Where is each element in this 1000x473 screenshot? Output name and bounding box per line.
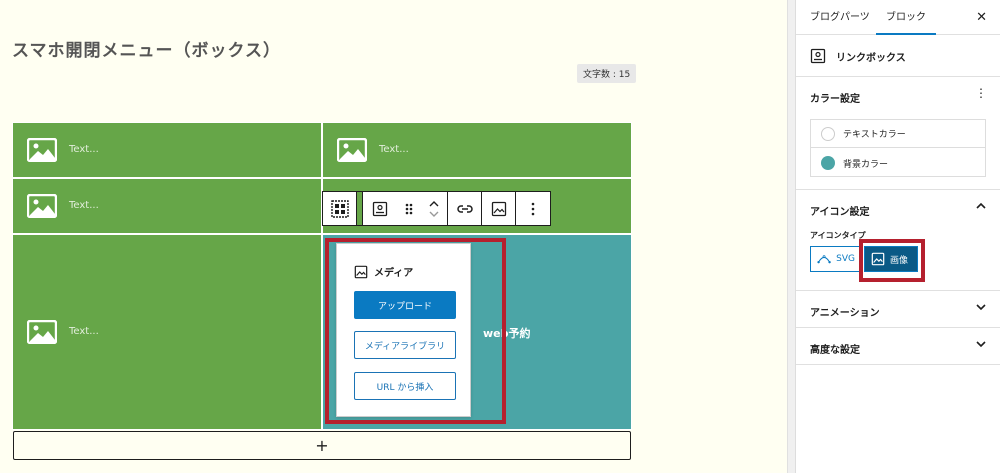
insert-from-url-button[interactable]: URL から挿入 <box>354 372 456 400</box>
image-placeholder-icon <box>337 138 367 162</box>
image-icon <box>871 252 885 266</box>
cell-text: Text... <box>379 144 409 155</box>
animation-panel: アニメーション <box>796 291 1000 328</box>
image-placeholder-icon <box>27 138 57 162</box>
icon-type-image-button[interactable]: 画像 <box>864 246 918 272</box>
editor-scrollbar[interactable] <box>787 0 795 473</box>
icon-type-toggle: SVG 画像 <box>810 246 918 272</box>
background-color-item[interactable]: 背景カラー <box>811 149 985 177</box>
more-options-icon <box>531 202 535 215</box>
color-label: テキストカラー <box>843 130 906 140</box>
media-icon <box>354 265 368 278</box>
cell-text-web-reservation: web予約 <box>483 327 531 340</box>
block-type-button[interactable] <box>363 192 397 225</box>
block-name: リンクボックス <box>836 53 906 64</box>
more-options-icon[interactable]: ⋮ <box>975 86 987 100</box>
more-options-button[interactable] <box>516 192 550 225</box>
replace-image-button[interactable] <box>482 192 516 225</box>
block-type-group <box>363 192 448 225</box>
text-color-item[interactable]: テキストカラー <box>811 120 985 148</box>
block-card: リンクボックス <box>796 35 1000 77</box>
grid-icon <box>330 199 349 218</box>
char-count-badge: 文字数 : 15 <box>577 64 637 83</box>
add-block-button[interactable]: + <box>13 431 631 460</box>
panel-title[interactable]: カラー設定 <box>810 90 860 105</box>
media-title: メディア <box>374 268 414 279</box>
tab-block[interactable]: ブロック <box>876 0 936 35</box>
image-placeholder-icon <box>27 320 57 344</box>
editor-canvas: スマホ開閉メニュー（ボックス） 文字数 : 15 Text... Text... <box>0 0 795 473</box>
link-box-icon <box>810 48 826 64</box>
color-label: 背景カラー <box>843 159 889 170</box>
tab-blog-parts[interactable]: ブログパーツ <box>810 0 870 35</box>
icon-type-label: アイコンタイプ <box>810 231 866 240</box>
link-button[interactable] <box>448 192 482 225</box>
panel-title[interactable]: 高度な設定 <box>810 341 860 356</box>
bezier-curve-icon <box>817 255 831 264</box>
chevron-down-icon[interactable] <box>975 301 987 313</box>
svg-label: SVG <box>836 254 855 264</box>
color-swatch <box>821 156 835 170</box>
color-swatch <box>821 126 835 141</box>
move-up-down-button[interactable] <box>421 192 447 225</box>
advanced-settings-panel: 高度な設定 <box>796 328 1000 365</box>
panel-title[interactable]: アニメーション <box>810 304 880 319</box>
image-icon <box>491 201 506 216</box>
settings-sidebar: ブログパーツ ブロック ✕ リンクボックス カラー設定 ⋮ テキストカラー 背景… <box>795 0 1000 473</box>
image-label: 画像 <box>890 255 909 266</box>
media-library-button[interactable]: メディアライブラリ <box>354 331 456 359</box>
media-popover: メディア アップロード メディアライブラリ URL から挿入 <box>336 243 471 417</box>
link-box-cell[interactable]: Text... <box>12 122 322 178</box>
link-icon <box>456 204 473 213</box>
panel-title[interactable]: アイコン設定 <box>810 203 870 218</box>
block-toolbar <box>322 191 551 226</box>
chevron-down-icon[interactable] <box>975 338 987 350</box>
cell-text: Text... <box>69 200 99 211</box>
link-box-grid: Text... Text... Text... Text... web予約 <box>12 122 632 430</box>
image-placeholder-icon <box>27 194 57 218</box>
upload-button[interactable]: アップロード <box>354 291 456 319</box>
move-up-down-icon <box>429 200 439 217</box>
icon-type-svg-button[interactable]: SVG <box>810 246 862 272</box>
sidebar-tabs: ブログパーツ ブロック ✕ <box>796 0 1000 35</box>
close-icon[interactable]: ✕ <box>976 10 987 25</box>
color-list: テキストカラー 背景カラー <box>810 119 986 177</box>
link-box-cell[interactable]: Text... <box>12 178 322 234</box>
media-header: メディア <box>354 264 413 279</box>
link-box-cell[interactable]: Text... <box>12 234 322 430</box>
drag-handle-button[interactable] <box>397 192 421 225</box>
cell-text: Text... <box>69 144 99 155</box>
link-box-icon <box>372 201 388 216</box>
link-box-cell[interactable]: Text... <box>322 122 632 178</box>
parent-block-button[interactable] <box>323 192 357 225</box>
cell-text: Text... <box>69 326 99 337</box>
icon-settings-panel: アイコン設定 アイコンタイプ SVG 画像 <box>796 190 1000 291</box>
page-title[interactable]: スマホ開閉メニュー（ボックス） <box>12 36 281 61</box>
drag-handle-icon <box>405 203 413 214</box>
color-settings-panel: カラー設定 ⋮ テキストカラー 背景カラー <box>796 78 1000 190</box>
chevron-up-icon[interactable] <box>975 200 987 212</box>
